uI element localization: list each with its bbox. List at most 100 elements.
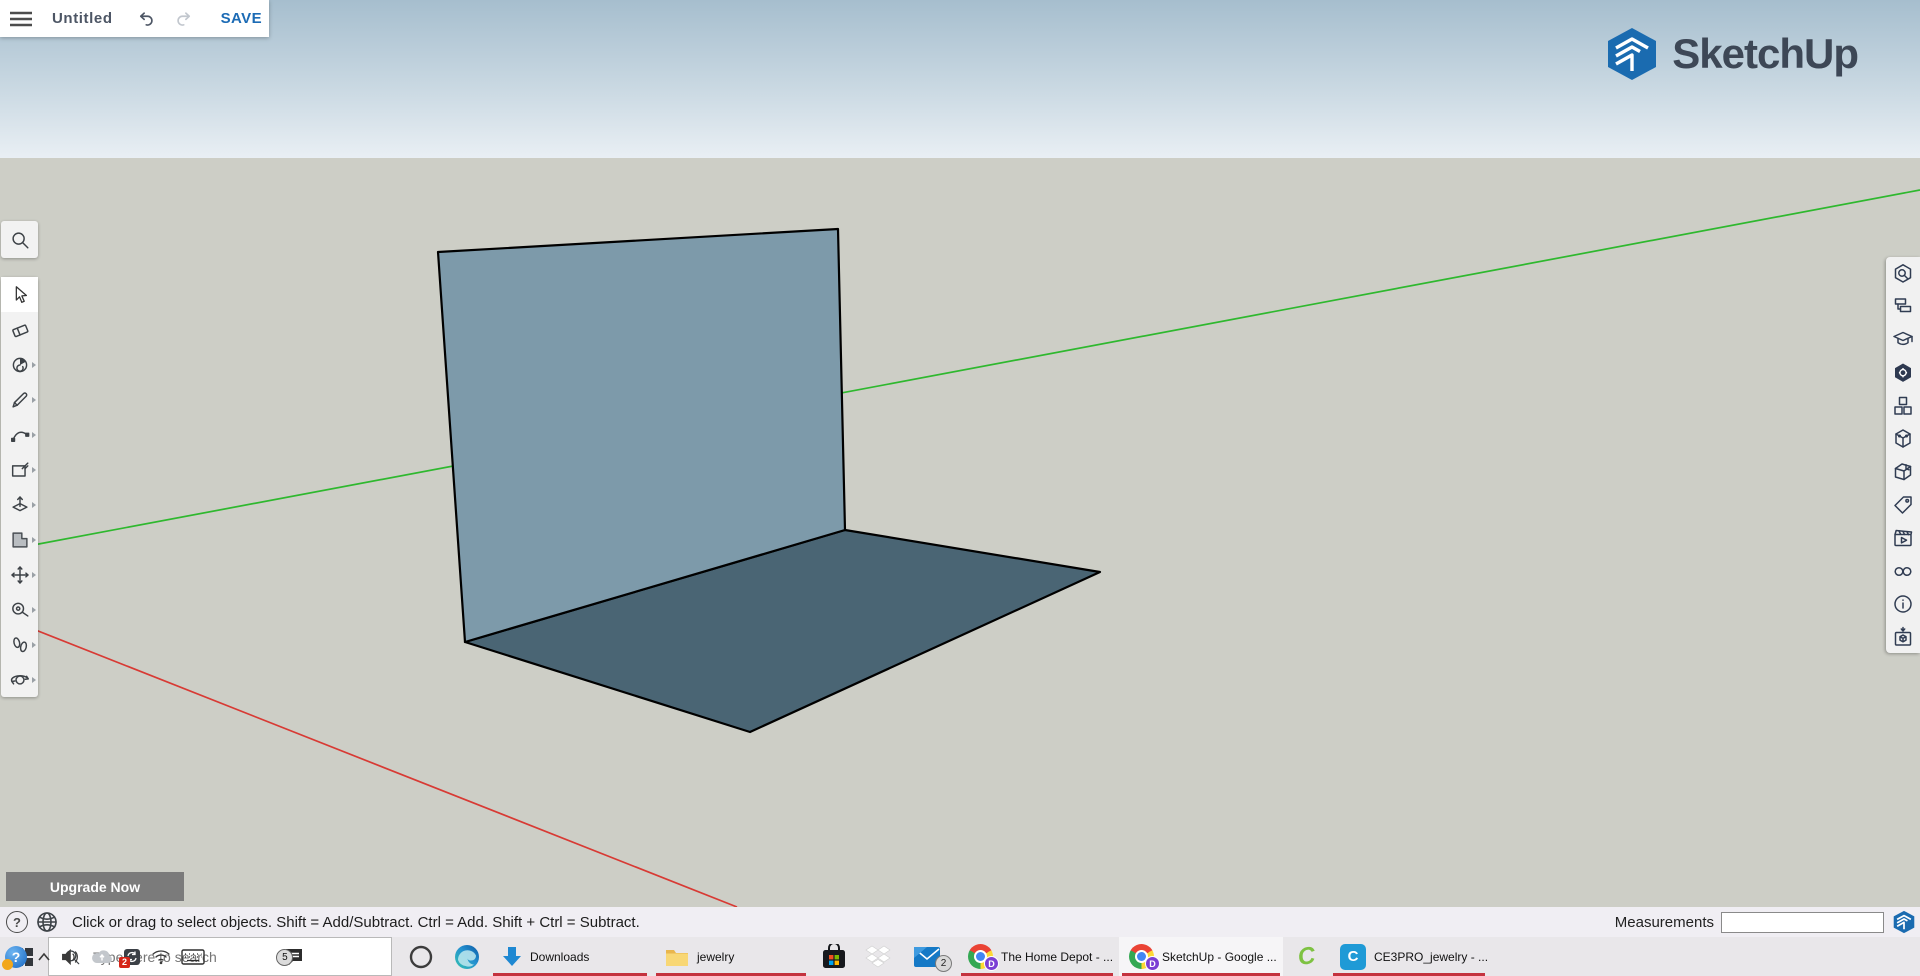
flyout-arrow-icon [32,362,36,368]
undo-icon [135,8,157,30]
menu-icon[interactable] [9,9,33,29]
taskbar-button-homedepot[interactable]: D The Home Depot - ... [958,937,1116,976]
paint-swatch-icon [9,354,31,376]
tool-offset[interactable] [1,522,38,557]
taskbar-button-label: jewelry [697,950,734,964]
tool-line[interactable] [1,382,38,417]
wifi-tray-icon[interactable] [151,949,171,965]
panel-styles[interactable] [1886,455,1920,488]
flyout-arrow-icon [32,432,36,438]
taskbar-button-label: Downloads [530,950,589,964]
chrome-profile-badge: D [984,956,999,971]
help-button[interactable]: ? [6,911,28,933]
sketchup-brand: SketchUp [1604,26,1858,82]
panel-outliner[interactable] [1886,290,1920,323]
flyout-arrow-icon [32,607,36,613]
push-pull-icon [9,494,31,516]
panel-entity-search[interactable] [1886,257,1920,290]
chevron-up-icon [37,952,51,962]
styles-icon [1891,460,1915,484]
help-tray-icon[interactable]: ? [5,946,27,968]
panel-components[interactable] [1886,389,1920,422]
alert-dot [2,959,13,970]
panel-display[interactable] [1886,554,1920,587]
redo-button[interactable] [173,8,195,30]
flyout-arrow-icon [32,397,36,403]
orbit-icon [9,669,31,691]
hidden-icons-chevron[interactable] [37,952,51,962]
help-glyph: ? [13,915,21,930]
tool-push-pull[interactable] [1,487,38,522]
redo-icon [173,8,195,30]
tool-tape-measure[interactable] [1,592,38,627]
search-icon [9,229,31,251]
outliner-icon [1891,295,1915,319]
tool-rectangle[interactable] [1,452,38,487]
onedrive-tray-icon[interactable] [91,949,113,964]
tool-paint[interactable] [1,347,38,382]
tool-orbit[interactable] [1,662,38,697]
notification-count-badge: 5 [276,949,293,966]
taskbar-button-ce3pro[interactable]: C CE3PRO_jewelry - ... [1330,937,1488,976]
cricut-button[interactable]: C [1286,937,1328,976]
windows-taskbar: Downloads jewelry [0,937,1920,976]
display-glasses-icon [1891,559,1915,583]
eraser-icon [9,319,31,341]
sketchup-mini-logo-icon [1892,910,1916,934]
panel-tags[interactable] [1886,488,1920,521]
two-point-arc-icon [9,424,31,446]
dropbox-button[interactable] [856,937,900,976]
document-title[interactable]: Untitled [52,10,113,27]
cortana-button[interactable] [400,937,442,976]
touch-keyboard-tray-icon[interactable] [181,949,205,965]
mail-button[interactable]: 2 [900,937,954,976]
drawing-toolbar [1,277,38,697]
taskbar-button-label: The Home Depot - ... [1001,950,1113,964]
search-tool-button[interactable] [1,221,38,258]
tool-move[interactable] [1,557,38,592]
panel-scenes[interactable] [1886,521,1920,554]
taskbar-button-downloads[interactable]: Downloads [490,937,650,976]
instructor-icon [1891,328,1915,352]
panel-instructor[interactable] [1886,323,1920,356]
offset-icon [9,529,31,551]
panel-model-info[interactable] [1886,587,1920,620]
action-center-button[interactable]: 5 [284,947,304,967]
rectangle-icon [9,459,31,481]
tool-arc[interactable] [1,417,38,452]
tool-eraser[interactable] [1,312,38,347]
3d-viewport[interactable] [0,0,1920,937]
entity-info-icon [1891,361,1915,385]
measurements-label: Measurements [1615,914,1714,931]
tags-icon [1891,493,1915,517]
save-button[interactable]: SAVE [215,9,268,28]
speaker-icon [61,948,81,966]
edge-button[interactable] [446,937,488,976]
folder-icon [665,947,689,967]
panel-materials[interactable] [1886,422,1920,455]
undo-button[interactable] [135,8,157,30]
edge-browser-icon [454,944,480,970]
cricut-icon: C [1296,941,1317,971]
status-bar: ? Click or drag to select objects. Shift… [0,907,1920,937]
flyout-arrow-icon [32,502,36,508]
sync-count-badge: 2 [119,957,130,968]
upgrade-now-button[interactable]: Upgrade Now [6,872,184,901]
tool-select[interactable] [1,277,38,312]
language-globe-icon[interactable] [35,910,59,934]
flyout-arrow-icon [32,572,36,578]
pencil-icon [9,389,31,411]
tape-measure-icon [9,599,31,621]
taskbar-button-jewelry[interactable]: jewelry [653,937,809,976]
volume-tray-icon[interactable] [61,948,81,966]
import-model-icon [1891,625,1915,649]
flyout-arrow-icon [32,677,36,683]
tool-walk[interactable] [1,627,38,662]
microsoft-store-button[interactable] [812,937,856,976]
panel-import-model[interactable] [1886,620,1920,653]
flyout-arrow-icon [32,537,36,543]
panel-entity-info[interactable] [1886,356,1920,389]
measurements-input[interactable] [1721,912,1884,933]
sync-tray-icon[interactable]: 2 [123,948,141,966]
taskbar-button-sketchup[interactable]: D SketchUp - Google ... [1119,937,1283,976]
